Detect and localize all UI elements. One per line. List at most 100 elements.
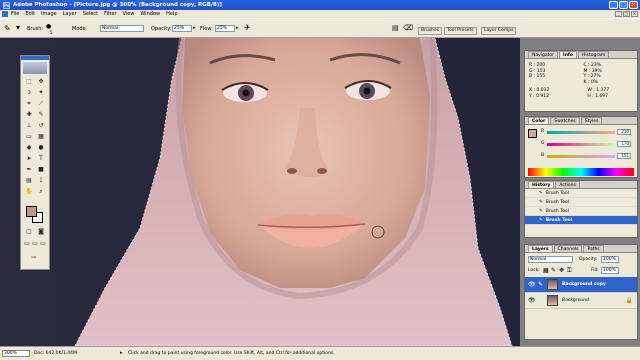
layer-name[interactable]: Background copy: [562, 282, 606, 287]
file-browser-icon[interactable]: ▤: [392, 24, 399, 32]
airbrush-icon[interactable]: ✈: [244, 23, 251, 32]
maximize-button[interactable]: □: [619, 1, 628, 9]
adobe-logo[interactable]: [23, 62, 47, 74]
zoom-level-input[interactable]: 300%: [2, 350, 30, 357]
status-menu-arrow-icon[interactable]: ▸: [120, 350, 123, 356]
eraser-tool-icon[interactable]: ▭: [25, 133, 33, 141]
hand-tool-icon[interactable]: ✋: [25, 188, 33, 196]
dodge-tool-icon[interactable]: ●: [37, 144, 45, 152]
fill-input[interactable]: 100%: [601, 267, 619, 274]
tab-info[interactable]: Info: [559, 51, 577, 58]
menu-view[interactable]: View: [123, 11, 135, 17]
brush-tool-icon[interactable]: ✎: [37, 111, 45, 119]
menu-filter[interactable]: Filter: [104, 11, 116, 17]
eye-icon[interactable]: 👁: [528, 297, 536, 305]
menu-file[interactable]: File: [11, 11, 19, 17]
tab-channels[interactable]: Channels: [553, 245, 583, 252]
doc-restore-button[interactable]: □: [623, 11, 630, 17]
color-g-value[interactable]: 170: [617, 141, 631, 147]
toolbox-titlebar[interactable]: [21, 56, 49, 60]
screen-mode-standard-icon[interactable]: ▭: [23, 240, 31, 248]
tab-tool-presets[interactable]: Tool Presets: [444, 27, 477, 35]
menu-help[interactable]: Help: [166, 11, 177, 17]
quick-mask-off-icon[interactable]: ▢: [25, 228, 33, 236]
menu-edit[interactable]: Edit: [25, 11, 35, 17]
color-foreground-swatch[interactable]: [528, 129, 537, 138]
document-size[interactable]: Doc: 642.0K/1.44M: [34, 351, 77, 356]
lock-transparency-icon[interactable]: ▦: [543, 267, 549, 274]
lock-position-icon[interactable]: ✥: [559, 267, 564, 274]
brush-preview-icon[interactable]: ●: [46, 23, 51, 30]
tab-paths[interactable]: Paths: [583, 245, 604, 252]
eyedropper-tool-icon[interactable]: ⟟: [37, 177, 45, 185]
crop-tool-icon[interactable]: ⌗: [25, 100, 33, 108]
close-button[interactable]: ×: [629, 1, 638, 9]
tab-history[interactable]: History: [528, 181, 555, 188]
mode-select[interactable]: Normal: [100, 25, 144, 32]
minimize-button[interactable]: _: [609, 1, 618, 9]
opacity-input[interactable]: 25%: [172, 25, 192, 32]
menu-window[interactable]: Window: [140, 11, 160, 17]
tab-navigator[interactable]: Navigator: [528, 51, 559, 58]
layer-row-background-copy[interactable]: 👁 ✎ Background copy: [525, 277, 637, 293]
tab-layers[interactable]: Layers: [528, 245, 553, 252]
color-r-slider[interactable]: [547, 131, 615, 134]
color-b-slider[interactable]: [547, 155, 615, 158]
magic-wand-tool-icon[interactable]: ✦: [37, 89, 45, 97]
pen-tool-icon[interactable]: ✒: [25, 166, 33, 174]
lock-image-icon[interactable]: ✎: [551, 267, 556, 274]
marquee-tool-icon[interactable]: ⬚: [25, 78, 33, 86]
chevron-down-icon[interactable]: ▾: [16, 23, 20, 32]
doc-minimize-button[interactable]: _: [615, 11, 622, 17]
opacity-arrow-icon[interactable]: ▸: [193, 25, 196, 31]
history-item[interactable]: ✎ Brush Tool: [525, 207, 637, 216]
layer-row-background[interactable]: 👁 Background 🔒: [525, 293, 637, 309]
menu-layer[interactable]: Layer: [63, 11, 77, 17]
tab-color[interactable]: Color: [528, 117, 550, 124]
gradient-tool-icon[interactable]: ▦: [37, 133, 45, 141]
layer-opacity-input[interactable]: 100%: [601, 256, 619, 263]
tab-histogram[interactable]: Histogram: [577, 51, 610, 58]
color-r-value[interactable]: 210: [617, 129, 631, 135]
imageready-jump-icon[interactable]: ⇨: [30, 254, 38, 262]
lasso-tool-icon[interactable]: ↄ: [25, 89, 33, 97]
doc-close-button[interactable]: ×: [631, 11, 638, 17]
history-brush-tool-icon[interactable]: ↺: [37, 122, 45, 130]
tab-layer-comps[interactable]: Layer Comps: [481, 27, 517, 35]
move-tool-icon[interactable]: ✥: [37, 78, 45, 86]
lock-all-icon[interactable]: ⚿: [567, 267, 572, 275]
color-b-value[interactable]: 151: [617, 153, 631, 159]
history-item[interactable]: ✎ Brush Tool: [525, 198, 637, 207]
tab-swatches[interactable]: Swatches: [550, 117, 580, 124]
shape-tool-icon[interactable]: ■: [37, 166, 45, 174]
path-selection-tool-icon[interactable]: ➤: [25, 155, 33, 163]
tab-actions[interactable]: Actions: [555, 181, 580, 188]
eye-icon[interactable]: 👁: [528, 281, 536, 289]
healing-brush-tool-icon[interactable]: ✚: [25, 111, 33, 119]
flow-input[interactable]: 25%: [215, 25, 235, 32]
clone-stamp-tool-icon[interactable]: ⊥: [25, 122, 33, 130]
type-tool-icon[interactable]: T: [37, 155, 45, 163]
trash-icon[interactable]: ⌫: [403, 24, 413, 32]
layer-name[interactable]: Background: [562, 298, 589, 303]
flow-arrow-icon[interactable]: ▸: [236, 25, 239, 31]
history-item-selected[interactable]: ✎ Brush Tool: [525, 216, 637, 225]
document-canvas[interactable]: ⬚ ✥ ↄ ✦ ⌗ ⟋ ✚ ✎ ⊥ ↺ ▭ ▦ ◆ ● ➤ T ✒ ■ ▤ ⟟ …: [0, 38, 520, 346]
notes-tool-icon[interactable]: ▤: [25, 177, 33, 185]
history-item[interactable]: ✎ Brush Tool: [525, 189, 637, 198]
blur-tool-icon[interactable]: ◆: [25, 144, 33, 152]
foreground-color-swatch[interactable]: [26, 206, 37, 217]
menu-image[interactable]: Image: [41, 11, 57, 17]
color-g-slider[interactable]: [547, 143, 615, 146]
screen-mode-menubar-icon[interactable]: ▭: [31, 240, 39, 248]
color-spectrum-ramp[interactable]: [528, 168, 634, 176]
blend-mode-select[interactable]: Normal: [528, 256, 573, 263]
slice-tool-icon[interactable]: ⟋: [37, 100, 45, 108]
tab-styles[interactable]: Styles: [580, 117, 603, 124]
quick-mask-on-icon[interactable]: ◙: [37, 228, 45, 236]
screen-mode-full-icon[interactable]: ▭: [39, 240, 47, 248]
zoom-tool-icon[interactable]: ⌕: [37, 188, 45, 196]
tab-brushes[interactable]: Brushes: [418, 27, 443, 35]
brush-tool-icon[interactable]: ✎: [4, 24, 11, 33]
photo-canvas[interactable]: [0, 38, 520, 346]
